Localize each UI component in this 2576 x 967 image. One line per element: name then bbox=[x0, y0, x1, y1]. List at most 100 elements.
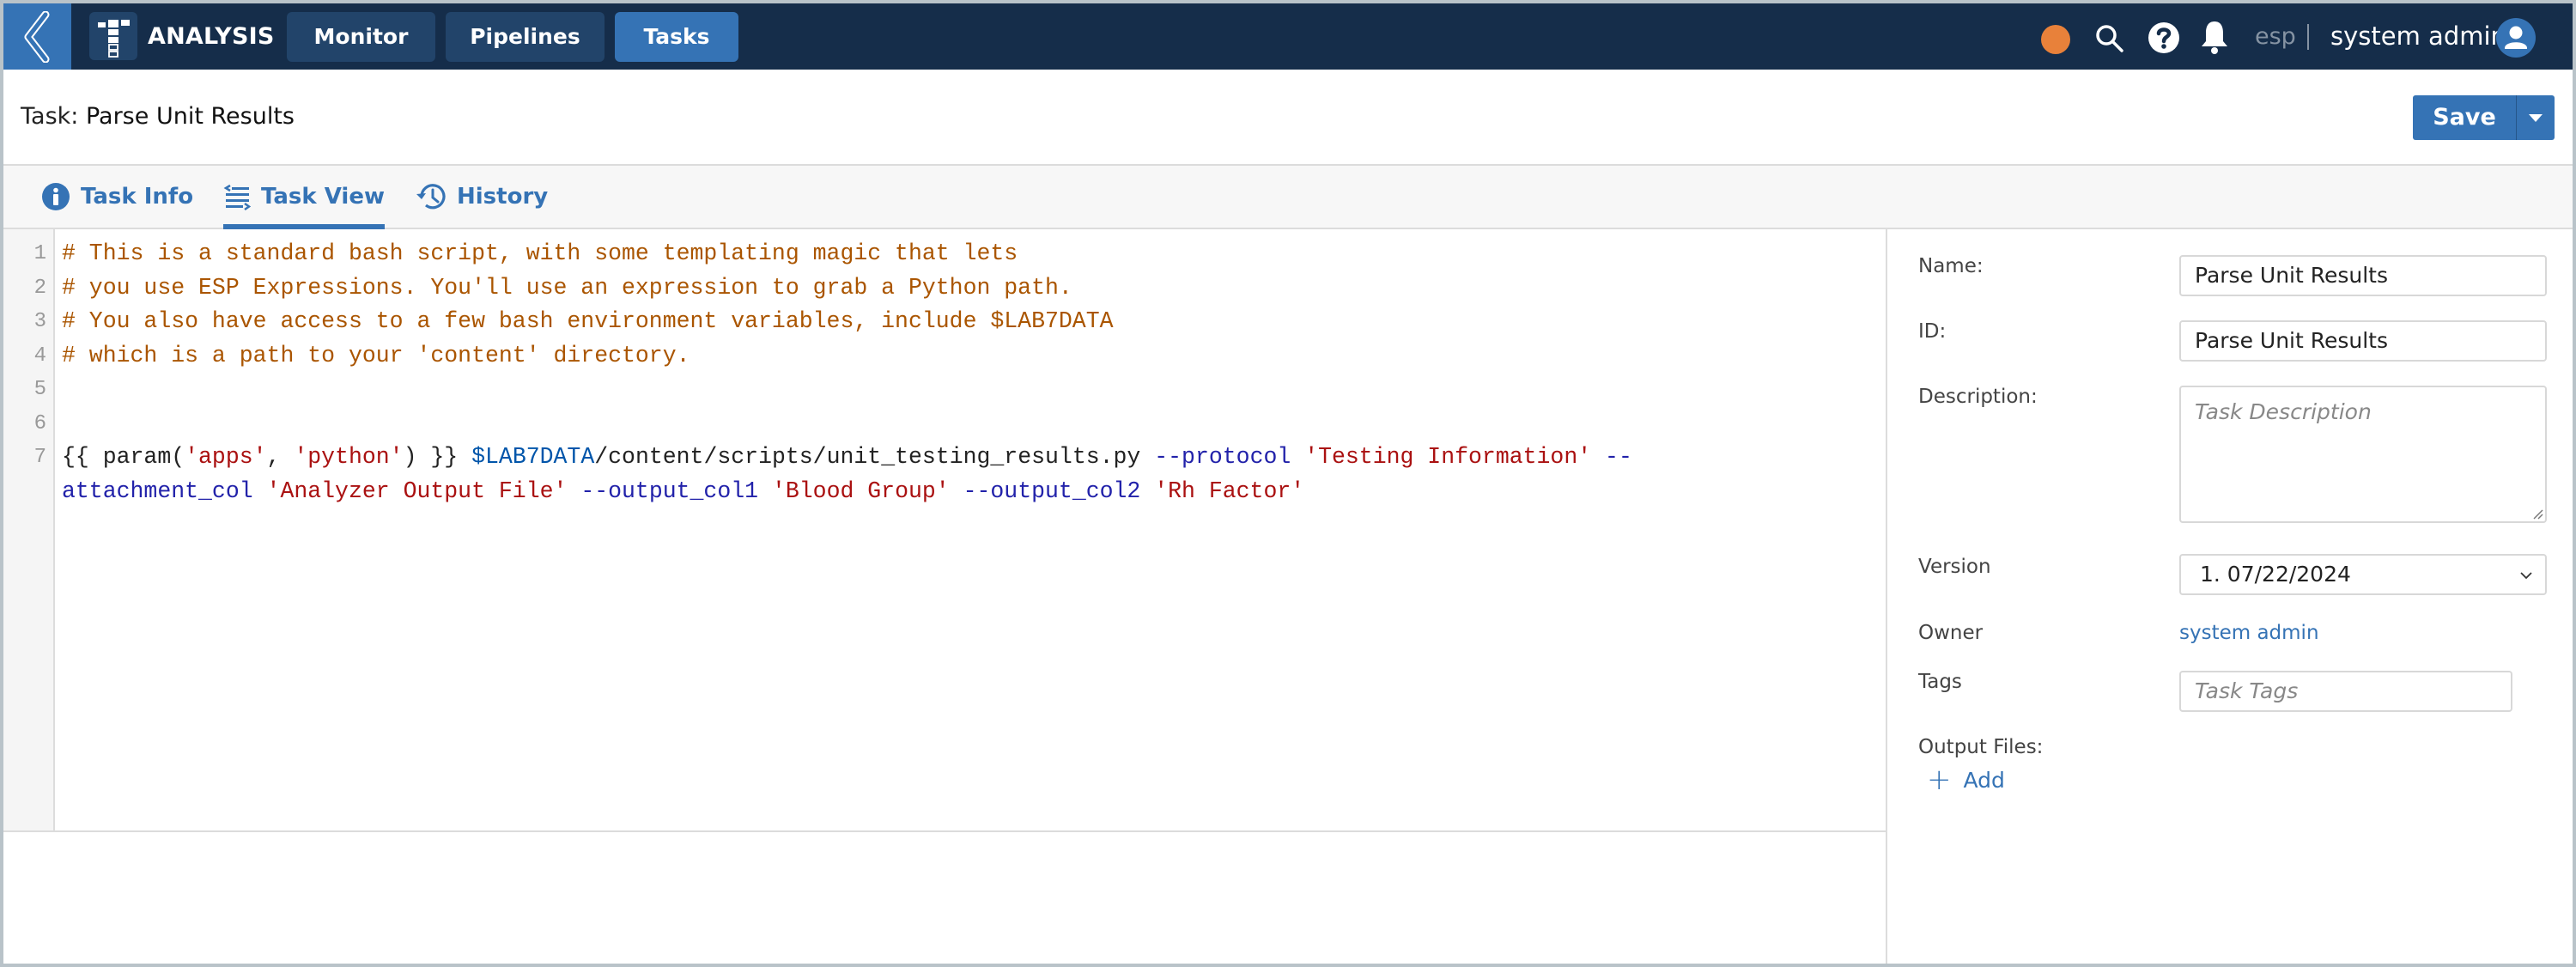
task-title-bar: Task: Parse Unit Results Save bbox=[3, 70, 2573, 166]
code-token-string: 'Testing Information' bbox=[1304, 444, 1592, 470]
help-icon[interactable] bbox=[2147, 21, 2181, 55]
line-number-gutter: 1 2 3 4 5 6 7 bbox=[3, 229, 55, 830]
code-editor[interactable]: 1 2 3 4 5 6 7 # This is a standard bash script… bbox=[3, 229, 1886, 832]
editor-footer-area bbox=[3, 832, 1886, 964]
name-label: Name: bbox=[1918, 255, 1984, 277]
code-line[interactable]: # which is a path to your 'content' dire… bbox=[62, 339, 1874, 374]
tab-history[interactable]: History bbox=[416, 166, 548, 228]
code-line[interactable] bbox=[62, 373, 1874, 407]
save-split-button: Save bbox=[2413, 95, 2555, 140]
tab-label: Task Info bbox=[81, 184, 194, 210]
id-label: ID: bbox=[1918, 320, 1947, 343]
code-line[interactable]: attachment_col 'Analyzer Output File' --… bbox=[62, 475, 1874, 509]
version-value: 1. 07/22/2024 bbox=[2200, 562, 2351, 587]
search-icon[interactable] bbox=[2093, 22, 2126, 55]
output-files-label: Output Files: bbox=[1918, 736, 2044, 758]
owner-link[interactable]: system admin bbox=[2179, 622, 2319, 644]
owner-label: Owner bbox=[1918, 622, 1984, 644]
line-number: 2 bbox=[33, 276, 46, 300]
code-token-flag: --output_col2 bbox=[963, 477, 1141, 504]
back-button[interactable] bbox=[3, 3, 71, 70]
code-content[interactable]: # This is a standard bash script, with s… bbox=[62, 237, 1874, 508]
back-chevron-icon bbox=[24, 10, 49, 63]
code-token-comment: # You also have access to a few bash env… bbox=[62, 308, 1114, 334]
code-token-var: $LAB7DATA bbox=[471, 444, 595, 470]
id-input[interactable]: Parse Unit Results bbox=[2179, 320, 2547, 362]
title-prefix: Task: bbox=[21, 103, 79, 130]
version-select[interactable]: 1. 07/22/2024 bbox=[2179, 554, 2547, 595]
app-logo[interactable] bbox=[89, 12, 137, 60]
tab-label: Task View bbox=[261, 184, 385, 210]
line-number: 7 bbox=[33, 446, 46, 469]
description-label: Description: bbox=[1918, 386, 2038, 408]
code-token-plain: /content/scripts/unit_testing_results.py bbox=[594, 444, 1155, 470]
code-line[interactable] bbox=[62, 407, 1874, 441]
line-number: 3 bbox=[33, 310, 46, 333]
description-textarea[interactable]: Task Description bbox=[2179, 386, 2547, 523]
task-name-title: Parse Unit Results bbox=[85, 103, 295, 130]
status-dot-icon[interactable] bbox=[2041, 25, 2070, 54]
save-options-dropdown[interactable] bbox=[2516, 95, 2555, 140]
resize-grip-icon[interactable] bbox=[2531, 508, 2543, 520]
code-token-comment: # This is a standard bash script, with s… bbox=[62, 240, 1018, 266]
code-line[interactable]: # you use ESP Expressions. You'll use an… bbox=[62, 271, 1874, 306]
nav-monitor[interactable]: Monitor bbox=[287, 12, 435, 62]
code-token-comment: # you use ESP Expressions. You'll use an… bbox=[62, 274, 1072, 301]
add-label: Add bbox=[1963, 767, 2005, 793]
list-view-icon bbox=[223, 184, 251, 210]
workspace-label: esp bbox=[2255, 23, 2296, 50]
version-label: Version bbox=[1918, 556, 1991, 578]
user-avatar-icon bbox=[2505, 26, 2527, 49]
tab-task-view[interactable]: Task View bbox=[223, 166, 385, 229]
code-token-string: 'Rh Factor' bbox=[1154, 477, 1305, 504]
code-line[interactable]: # You also have access to a few bash env… bbox=[62, 305, 1874, 339]
line-number: 6 bbox=[33, 411, 46, 435]
code-token-flag: -- bbox=[1591, 444, 1632, 470]
user-name[interactable]: system admin bbox=[2330, 3, 2506, 70]
history-icon bbox=[416, 184, 446, 210]
app-logo-icon bbox=[98, 20, 130, 58]
chevron-down-icon bbox=[2520, 572, 2532, 580]
tab-bar: Task Info Task View History bbox=[3, 166, 2573, 229]
tab-task-info[interactable]: Task Info bbox=[41, 166, 193, 228]
tags-label: Tags bbox=[1918, 671, 1962, 693]
tags-input[interactable]: Task Tags bbox=[2179, 671, 2512, 712]
line-number: 1 bbox=[33, 242, 46, 265]
add-output-file-button[interactable]: + Add bbox=[1927, 765, 2005, 794]
description-placeholder: Task Description bbox=[2195, 399, 2372, 424]
code-token-flag: attachment_col bbox=[62, 477, 253, 504]
top-nav-bar: ANALYSIS Monitor Pipelines Tasks esp sys… bbox=[3, 3, 2573, 70]
nav-tasks[interactable]: Tasks bbox=[615, 12, 738, 62]
code-token-string: 'apps' bbox=[185, 444, 267, 470]
code-token-flag: --protocol bbox=[1154, 444, 1291, 470]
plus-icon: + bbox=[1927, 763, 1952, 797]
bell-icon[interactable] bbox=[2199, 19, 2230, 55]
info-icon bbox=[42, 183, 70, 210]
code-token-string: 'python' bbox=[294, 444, 404, 470]
line-number: 4 bbox=[33, 344, 46, 368]
avatar[interactable] bbox=[2496, 18, 2536, 58]
page-title: Task: Parse Unit Results bbox=[21, 70, 295, 164]
task-properties-panel: Name: Parse Unit Results ID: Parse Unit … bbox=[1886, 229, 2573, 964]
caret-down-icon bbox=[2529, 113, 2543, 122]
code-token-plain: {{ param( bbox=[62, 444, 185, 470]
code-token-plain: , bbox=[266, 444, 295, 470]
line-number: 5 bbox=[33, 378, 46, 401]
code-token-string: 'Analyzer Output File' bbox=[266, 477, 568, 504]
header-separator bbox=[2307, 24, 2309, 50]
code-line[interactable]: # This is a standard bash script, with s… bbox=[62, 237, 1874, 271]
save-button[interactable]: Save bbox=[2413, 95, 2516, 140]
app-name: ANALYSIS bbox=[148, 23, 275, 50]
code-line[interactable]: {{ param('apps', 'python') }} $LAB7DATA/… bbox=[62, 441, 1874, 475]
tab-label: History bbox=[457, 184, 549, 210]
name-input[interactable]: Parse Unit Results bbox=[2179, 255, 2547, 296]
code-token-comment: # which is a path to your 'content' dire… bbox=[62, 342, 690, 368]
app-window: ANALYSIS Monitor Pipelines Tasks esp sys… bbox=[3, 3, 2573, 964]
nav-pipelines[interactable]: Pipelines bbox=[446, 12, 605, 62]
